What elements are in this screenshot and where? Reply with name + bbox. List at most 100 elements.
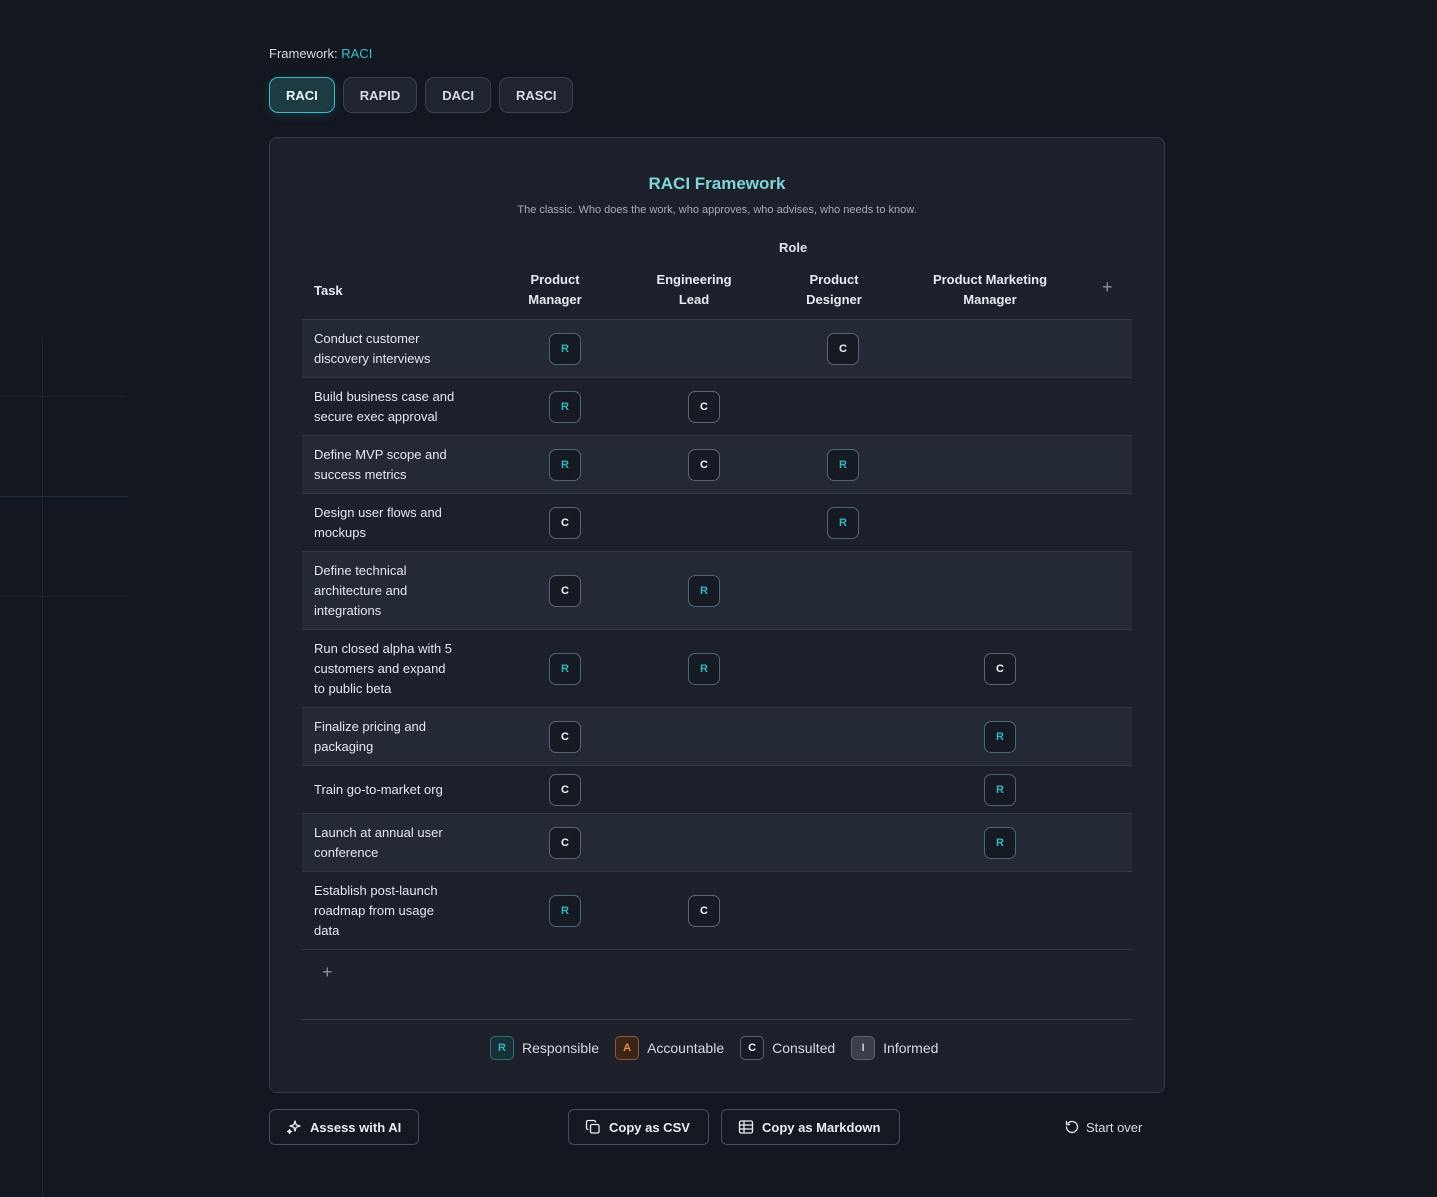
task-name-line: Establish post-launch	[314, 883, 438, 898]
legend-badge-a: A	[615, 1036, 640, 1060]
task-name[interactable]: Conduct customer discovery interviews	[314, 329, 479, 369]
table-row: Build business case and secure exec appro…	[302, 378, 1132, 436]
add-role-button[interactable]: +	[1102, 277, 1113, 298]
legend-badge-i: I	[851, 1036, 876, 1060]
role-assignment-badge[interactable]: R	[549, 653, 581, 685]
role-assignment-badge[interactable]: R	[549, 333, 581, 365]
role-assignment-badge[interactable]: C	[549, 827, 581, 859]
role-header-line: Manager	[963, 292, 1017, 307]
role-assignment-badge[interactable]: R	[688, 575, 720, 607]
role-assignment-badge[interactable]: C	[984, 653, 1016, 685]
legend-label: Informed	[883, 1040, 939, 1056]
task-name-line: Define technical	[314, 563, 407, 578]
role-header-line: Lead	[678, 292, 710, 307]
card-subtitle: The classic. Who does the work, who appr…	[517, 204, 917, 216]
role-assignment-badge[interactable]: R	[549, 449, 581, 481]
task-name-line: discovery interviews	[314, 351, 431, 366]
framework-current: RACI	[341, 46, 373, 61]
task-name-line: mockups	[314, 525, 367, 540]
task-name-line: data	[314, 923, 340, 938]
copy-markdown-button[interactable]: Copy as Markdown	[721, 1109, 900, 1145]
task-name[interactable]: Build business case and secure exec appro…	[314, 387, 479, 427]
task-name[interactable]: Define technical architecture and integrat…	[314, 561, 479, 621]
role-assignment-badge[interactable]: R	[984, 721, 1016, 753]
tab-raci[interactable]: RACI	[269, 77, 335, 113]
background-grid-line	[0, 496, 128, 497]
role-header-line: Engineering	[656, 272, 732, 287]
role-header-line: Product Marketing	[932, 272, 1048, 287]
tab-rapid[interactable]: RAPID	[342, 77, 418, 113]
task-name[interactable]: Define MVP scope and success metrics	[314, 445, 479, 485]
legend-label: Consulted	[772, 1040, 836, 1056]
legend-informed: I Informed	[851, 1036, 938, 1060]
role-assignment-badge[interactable]: C	[688, 391, 720, 423]
role-header-product-manager[interactable]: Product Manager	[480, 270, 630, 310]
framework-label-text: Framework:	[269, 46, 338, 61]
task-name-line: roadmap from usage	[314, 903, 434, 918]
task-name-line: architecture and	[314, 583, 408, 598]
task-name-line: Design user flows and	[314, 505, 442, 520]
task-name-line: to public beta	[314, 681, 392, 696]
task-name[interactable]: Train go-to-market org	[314, 780, 479, 800]
table-row: Conduct customer discovery interviews R C	[302, 320, 1132, 378]
task-name-line: Run closed alpha with 5	[314, 641, 453, 656]
role-assignment-badge[interactable]: C	[549, 721, 581, 753]
role-assignment-badge[interactable]: R	[984, 774, 1016, 806]
assess-with-ai-button[interactable]: Assess with AI	[269, 1109, 419, 1145]
role-assignment-badge[interactable]: C	[688, 449, 720, 481]
table-row: Design user flows and mockups C R	[302, 494, 1132, 552]
task-name-line: Build business case and	[314, 389, 455, 404]
legend-divider	[302, 1019, 1132, 1020]
role-assignment-badge[interactable]: R	[549, 895, 581, 927]
framework-card: RACI Framework The classic. Who does the…	[269, 137, 1165, 1093]
task-name-line: Conduct customer	[314, 331, 420, 346]
legend-badge-c: C	[740, 1036, 765, 1060]
task-name[interactable]: Launch at annual user conference	[314, 823, 479, 863]
start-over-button[interactable]: Start over	[1064, 1109, 1142, 1145]
role-header-product-designer[interactable]: Product Designer	[759, 270, 909, 310]
legend-label: Accountable	[647, 1040, 725, 1056]
role-header-line: Designer	[806, 292, 862, 307]
table-row: Run closed alpha with 5 customers and exp…	[302, 630, 1132, 708]
task-name[interactable]: Design user flows and mockups	[314, 503, 479, 543]
tab-rasci[interactable]: RASCI	[499, 77, 574, 113]
table-row: Establish post-launch roadmap from usage d…	[302, 872, 1132, 950]
legend-badge-r: R	[490, 1036, 514, 1060]
role-header-product-marketing-manager[interactable]: Product Marketing Manager	[915, 270, 1065, 310]
task-name[interactable]: Finalize pricing and packaging	[314, 717, 479, 757]
role-assignment-badge[interactable]: R	[549, 391, 581, 423]
matrix-body: Conduct customer discovery interviews R C Bu…	[302, 320, 1132, 950]
legend-responsible: R Responsible	[490, 1036, 599, 1060]
framework-label: Framework: RACI	[269, 46, 372, 61]
role-group-header: Role	[779, 240, 808, 255]
task-name-line: success metrics	[314, 467, 407, 482]
task-name[interactable]: Establish post-launch roadmap from usage d…	[314, 881, 479, 941]
role-header-engineering-lead[interactable]: Engineering Lead	[619, 270, 769, 310]
role-assignment-badge[interactable]: R	[827, 449, 859, 481]
role-assignment-badge[interactable]: R	[688, 653, 720, 685]
legend-accountable: A Accountable	[615, 1036, 724, 1060]
reset-icon	[1065, 1120, 1079, 1134]
copy-csv-label: Copy as CSV	[609, 1119, 690, 1135]
legend-consulted: C Consulted	[740, 1036, 835, 1060]
task-name[interactable]: Run closed alpha with 5 customers and exp…	[314, 639, 479, 699]
role-assignment-badge[interactable]: C	[827, 333, 859, 365]
role-assignment-badge[interactable]: R	[984, 827, 1016, 859]
assess-label: Assess with AI	[310, 1119, 402, 1135]
role-assignment-badge[interactable]: C	[549, 774, 581, 806]
role-assignment-badge[interactable]: C	[688, 895, 720, 927]
copy-csv-button[interactable]: Copy as CSV	[568, 1109, 709, 1145]
role-assignment-badge[interactable]: R	[827, 507, 859, 539]
table-row: Finalize pricing and packaging C R	[302, 708, 1132, 766]
table-row: Define technical architecture and integrat…	[302, 552, 1132, 630]
role-assignment-badge[interactable]: C	[549, 507, 581, 539]
tab-daci[interactable]: DACI	[425, 77, 492, 113]
start-over-label: Start over	[1086, 1119, 1143, 1135]
table-row: Launch at annual user conference C R	[302, 814, 1132, 872]
legend-label: Responsible	[522, 1040, 600, 1056]
framework-tabs: RACI RAPID DACI RASCI	[269, 77, 574, 113]
copy-markdown-label: Copy as Markdown	[762, 1119, 881, 1135]
add-task-button[interactable]: +	[322, 962, 333, 983]
background-grid-line	[42, 340, 43, 1197]
role-assignment-badge[interactable]: C	[549, 575, 581, 607]
